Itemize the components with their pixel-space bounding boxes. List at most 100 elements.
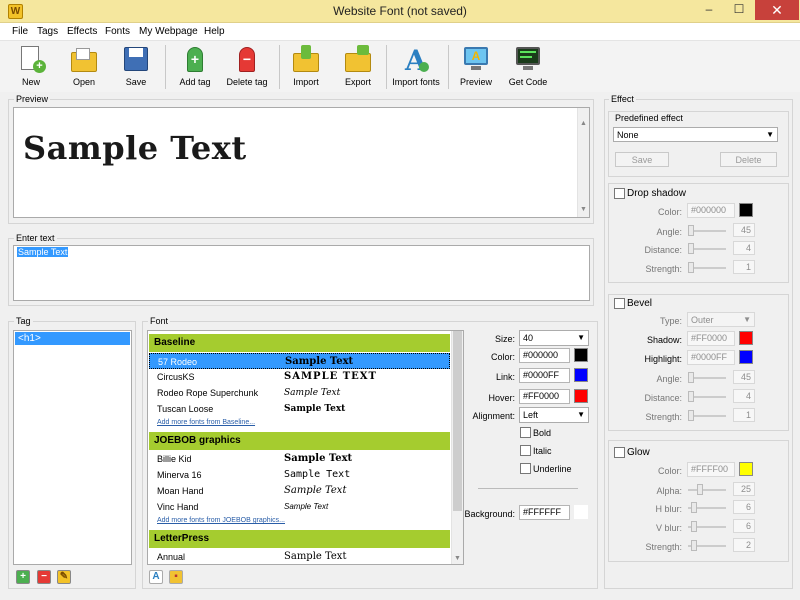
edit-tag-pencil-icon[interactable]: ✎ bbox=[57, 570, 71, 584]
link-swatch[interactable] bbox=[574, 368, 588, 382]
bevel-type-select[interactable]: Outer ▼ bbox=[687, 312, 755, 327]
glow-color-swatch[interactable] bbox=[739, 462, 753, 476]
glow-hblur-slider[interactable] bbox=[688, 501, 726, 513]
add-tag-small-icon[interactable]: + bbox=[16, 570, 30, 584]
minimize-button[interactable]: ‒ bbox=[694, 0, 724, 20]
toolbar-separator bbox=[386, 45, 387, 89]
predefined-effect-select[interactable]: None ▼ bbox=[613, 127, 778, 142]
glow-alpha-label: Alpha: bbox=[656, 486, 682, 496]
font-row-rodeo-rope-superchunk[interactable]: Rodeo Rope Superchunk Sample Text bbox=[149, 385, 450, 401]
bevel-highlight-field[interactable]: #0000FF bbox=[687, 350, 735, 365]
font-name: Minerva 16 bbox=[157, 470, 202, 480]
preview-button[interactable]: A Preview bbox=[458, 44, 494, 90]
save-button[interactable]: Save bbox=[118, 44, 154, 90]
glow-alpha-slider[interactable] bbox=[688, 483, 726, 495]
bevel-shadow-field[interactable]: #FF0000 bbox=[687, 331, 735, 346]
close-button[interactable]: ✕ bbox=[755, 0, 799, 20]
title-bar: W Website Font (not saved) ‒ ☐ ✕ bbox=[0, 0, 800, 23]
hover-swatch[interactable] bbox=[574, 389, 588, 403]
ds-angle-field[interactable]: 45 bbox=[733, 223, 755, 237]
menu-my-webpage[interactable]: My Webpage bbox=[139, 26, 198, 37]
new-button[interactable]: + New bbox=[14, 44, 48, 90]
font-sample: Sample Text bbox=[284, 485, 347, 496]
font-list[interactable]: Baseline 57 Rodeo Sample Text CircusKS S… bbox=[147, 330, 464, 565]
maximize-button[interactable]: ☐ bbox=[724, 0, 754, 20]
glow-checkbox[interactable] bbox=[614, 447, 625, 458]
font-row-circusks[interactable]: CircusKS SAMPLE TEXT bbox=[149, 369, 450, 385]
bevel-shadow-swatch[interactable] bbox=[739, 331, 753, 345]
font-category-baseline: Baseline bbox=[149, 334, 450, 352]
bevel-strength-field[interactable]: 1 bbox=[733, 408, 755, 422]
underline-checkbox[interactable] bbox=[520, 463, 531, 474]
effect-delete-button[interactable]: Delete bbox=[720, 152, 777, 167]
bold-checkbox[interactable] bbox=[520, 427, 531, 438]
menu-tags[interactable]: Tags bbox=[37, 26, 58, 37]
font-folder-small-icon[interactable]: ▪ bbox=[169, 570, 183, 584]
italic-checkbox[interactable] bbox=[520, 445, 531, 456]
hover-field[interactable]: #FF0000 bbox=[519, 389, 570, 404]
menu-help[interactable]: Help bbox=[204, 26, 225, 37]
glow-strength-slider[interactable] bbox=[688, 539, 726, 551]
bevel-checkbox[interactable] bbox=[614, 298, 625, 309]
tag-list[interactable]: <h1> bbox=[13, 330, 132, 565]
glow-vblur-slider[interactable] bbox=[688, 520, 726, 532]
ds-distance-slider[interactable] bbox=[688, 242, 726, 254]
effect-save-button[interactable]: Save bbox=[615, 152, 669, 167]
font-row-annual[interactable]: Annual Sample Text bbox=[149, 549, 450, 564]
enter-text-input[interactable]: Sample Text bbox=[13, 245, 590, 301]
bevel-angle-field[interactable]: 45 bbox=[733, 370, 755, 384]
delete-tag-small-icon[interactable]: − bbox=[37, 570, 51, 584]
glow-vblur-field[interactable]: 6 bbox=[733, 519, 755, 533]
add-tag-button[interactable]: + Add tag bbox=[176, 44, 214, 90]
color-field[interactable]: #000000 bbox=[519, 348, 570, 363]
drop-shadow-checkbox[interactable] bbox=[614, 188, 625, 199]
add-more-joebob-link[interactable]: Add more fonts from JOEBOB graphics... bbox=[157, 517, 285, 524]
ds-distance-field[interactable]: 4 bbox=[733, 241, 755, 255]
ds-strength-field[interactable]: 1 bbox=[733, 260, 755, 274]
menu-fonts[interactable]: Fonts bbox=[105, 26, 130, 37]
glow-hblur-field[interactable]: 6 bbox=[733, 500, 755, 514]
link-field[interactable]: #0000FF bbox=[519, 368, 570, 383]
font-list-scroll-thumb[interactable] bbox=[453, 331, 462, 511]
toolbar-separator bbox=[279, 45, 280, 89]
bevel-distance-field[interactable]: 4 bbox=[733, 389, 755, 403]
color-swatch[interactable] bbox=[574, 348, 588, 362]
delete-tag-button[interactable]: − Delete tag bbox=[224, 44, 270, 90]
background-field[interactable]: #FFFFFF bbox=[519, 505, 570, 520]
alignment-select[interactable]: Left ▼ bbox=[519, 407, 589, 423]
preview-scrollbar[interactable]: ▲ ▼ bbox=[577, 108, 589, 217]
ds-color-field[interactable]: #000000 bbox=[687, 203, 735, 218]
menu-file[interactable]: File bbox=[12, 26, 28, 37]
size-select[interactable]: 40 ▼ bbox=[519, 330, 589, 346]
font-row-moan-hand[interactable]: Moan Hand Sample Text bbox=[149, 483, 450, 499]
font-row-vinc-hand[interactable]: Vinc Hand Sample Text bbox=[149, 499, 450, 515]
import-button[interactable]: Import bbox=[288, 44, 324, 90]
export-button[interactable]: Export bbox=[340, 44, 376, 90]
glow-alpha-field[interactable]: 25 bbox=[733, 482, 755, 496]
open-button[interactable]: Open bbox=[66, 44, 102, 90]
ds-color-swatch[interactable] bbox=[739, 203, 753, 217]
font-list-scrollbar[interactable]: ▼ bbox=[451, 331, 463, 564]
bevel-angle-slider[interactable] bbox=[688, 371, 726, 383]
bevel-strength-slider[interactable] bbox=[688, 409, 726, 421]
ds-strength-slider[interactable] bbox=[688, 261, 726, 273]
get-code-button[interactable]: Get Code bbox=[507, 44, 549, 90]
font-row-tuscan-loose[interactable]: Tuscan Loose Sample Text bbox=[149, 401, 450, 417]
bevel-highlight-swatch[interactable] bbox=[739, 350, 753, 364]
add-more-baseline-link[interactable]: Add more fonts from Baseline... bbox=[157, 419, 255, 426]
bevel-distance-slider[interactable] bbox=[688, 390, 726, 402]
tag-item-h1[interactable]: <h1> bbox=[15, 332, 130, 345]
save-disk-icon bbox=[121, 44, 151, 74]
properties-divider bbox=[478, 488, 578, 489]
background-swatch[interactable] bbox=[574, 505, 588, 519]
font-row-57-rodeo[interactable]: 57 Rodeo Sample Text bbox=[149, 353, 450, 369]
import-fonts-button[interactable]: A Import fonts bbox=[392, 44, 440, 90]
glow-strength-field[interactable]: 2 bbox=[733, 538, 755, 552]
menu-effects[interactable]: Effects bbox=[67, 26, 97, 37]
ds-angle-slider[interactable] bbox=[688, 224, 726, 236]
font-row-billie-kid[interactable]: Billie Kid Sample Text bbox=[149, 451, 450, 467]
font-row-minerva-16[interactable]: Minerva 16 Sample Text bbox=[149, 467, 450, 483]
glow-color-field[interactable]: #FFFF00 bbox=[687, 462, 735, 477]
color-label: Color: bbox=[490, 352, 515, 362]
import-fonts-small-icon[interactable]: A bbox=[149, 570, 163, 584]
